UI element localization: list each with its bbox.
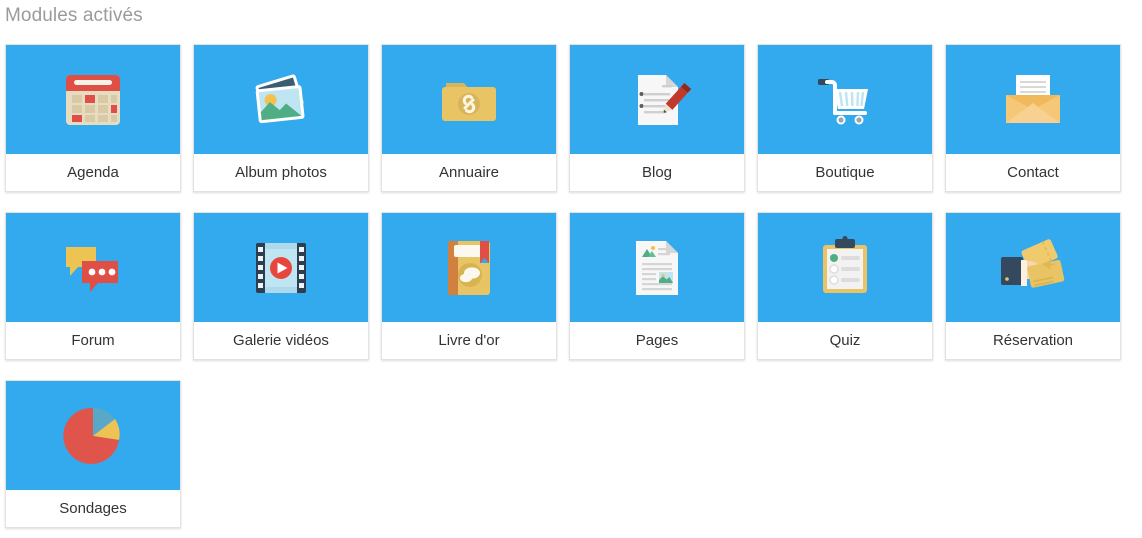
module-label: Agenda bbox=[6, 154, 180, 191]
module-label: Album photos bbox=[194, 154, 368, 191]
module-label: Galerie vidéos bbox=[194, 322, 368, 359]
pie-chart-icon bbox=[56, 399, 130, 473]
module-tile-agenda[interactable]: Agenda bbox=[5, 44, 181, 192]
modules-grid: Agenda Album photos Annuaire Blog Boutiq… bbox=[5, 44, 1139, 528]
module-tile-annuaire[interactable]: Annuaire bbox=[381, 44, 557, 192]
module-label: Quiz bbox=[758, 322, 932, 359]
photos-icon bbox=[244, 63, 318, 137]
module-label: Pages bbox=[570, 322, 744, 359]
module-tile-blog[interactable]: Blog bbox=[569, 44, 745, 192]
calendar-icon bbox=[56, 63, 130, 137]
tile-icon-area bbox=[194, 213, 368, 322]
envelope-letter-icon bbox=[996, 63, 1070, 137]
module-tile-sondages[interactable]: Sondages bbox=[5, 380, 181, 528]
film-play-icon bbox=[244, 231, 318, 305]
document-pencil-icon bbox=[620, 63, 694, 137]
tile-icon-area bbox=[758, 45, 932, 154]
module-tile-livre-dor[interactable]: Livre d'or bbox=[381, 212, 557, 360]
module-label: Forum bbox=[6, 322, 180, 359]
module-label: Annuaire bbox=[382, 154, 556, 191]
module-tile-contact[interactable]: Contact bbox=[945, 44, 1121, 192]
module-tile-quiz[interactable]: Quiz bbox=[757, 212, 933, 360]
tile-icon-area bbox=[570, 213, 744, 322]
module-tile-boutique[interactable]: Boutique bbox=[757, 44, 933, 192]
module-label: Réservation bbox=[946, 322, 1120, 359]
tile-icon-area bbox=[6, 45, 180, 154]
tile-icon-area bbox=[382, 213, 556, 322]
module-tile-galerie-videos[interactable]: Galerie vidéos bbox=[193, 212, 369, 360]
tile-icon-area bbox=[194, 45, 368, 154]
tile-icon-area bbox=[946, 213, 1120, 322]
tile-icon-area bbox=[946, 45, 1120, 154]
module-label: Blog bbox=[570, 154, 744, 191]
document-image-icon bbox=[620, 231, 694, 305]
module-label: Sondages bbox=[6, 490, 180, 527]
module-tile-pages[interactable]: Pages bbox=[569, 212, 745, 360]
folder-link-icon bbox=[432, 63, 506, 137]
speech-bubbles-icon bbox=[56, 231, 130, 305]
module-tile-reservation[interactable]: Réservation bbox=[945, 212, 1121, 360]
modules-page: Modules activés Agenda Album photos Annu… bbox=[0, 0, 1142, 538]
module-label: Contact bbox=[946, 154, 1120, 191]
tile-icon-area bbox=[382, 45, 556, 154]
tile-icon-area bbox=[758, 213, 932, 322]
book-bookmark-icon bbox=[432, 231, 506, 305]
tile-icon-area bbox=[6, 213, 180, 322]
module-tile-album-photos[interactable]: Album photos bbox=[193, 44, 369, 192]
hand-tickets-icon bbox=[993, 231, 1073, 305]
module-label: Boutique bbox=[758, 154, 932, 191]
module-label: Livre d'or bbox=[382, 322, 556, 359]
shopping-cart-icon bbox=[808, 63, 882, 137]
tile-icon-area bbox=[570, 45, 744, 154]
clipboard-checklist-icon bbox=[808, 231, 882, 305]
module-tile-forum[interactable]: Forum bbox=[5, 212, 181, 360]
tile-icon-area bbox=[6, 381, 180, 490]
page-title: Modules activés bbox=[5, 5, 143, 26]
